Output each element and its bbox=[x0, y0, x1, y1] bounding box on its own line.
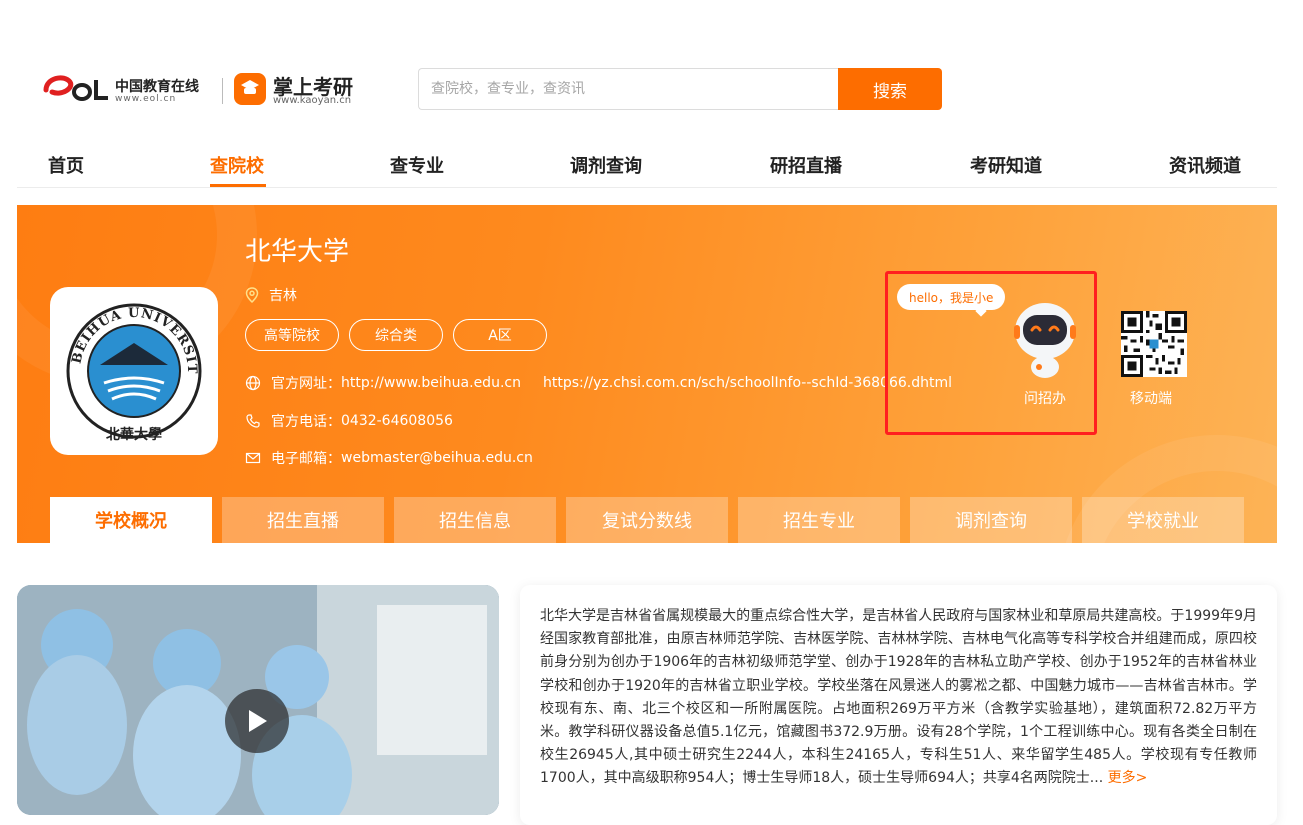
website-link[interactable]: http://www.beihua.edu.cn bbox=[341, 375, 521, 391]
search-input[interactable] bbox=[418, 68, 838, 110]
tag-region: A区 bbox=[453, 319, 547, 351]
school-tabs: 学校概况 招生直播 招生信息 复试分数线 招生专业 调剂查询 学校就业 bbox=[50, 497, 1244, 543]
nav-active-indicator bbox=[210, 184, 266, 187]
school-logo: BEIHUA UNIVERSITY 北華大學 bbox=[44, 276, 218, 455]
school-name: 北华大学 bbox=[245, 237, 350, 267]
tab-admissions-info[interactable]: 招生信息 bbox=[394, 497, 556, 543]
logo-divider bbox=[222, 78, 223, 104]
nav-item-live[interactable]: 研招直播 bbox=[770, 152, 842, 178]
school-intro-text: 北华大学是吉林省省属规模最大的重点综合性大学，是吉林省人民政府与国家林业和草原局… bbox=[540, 605, 1257, 815]
kaoyan-logo-icon[interactable] bbox=[233, 72, 267, 106]
school-intro-card: 北华大学是吉林省省属规模最大的重点综合性大学，是吉林省人民政府与国家林业和草原局… bbox=[520, 585, 1277, 825]
phone-value: 0432-64608056 bbox=[341, 413, 453, 429]
school-tags: 高等院校 综合类 A区 bbox=[245, 319, 547, 351]
tab-live[interactable]: 招生直播 bbox=[222, 497, 384, 543]
mobile-label: 移动端 bbox=[1130, 391, 1172, 407]
location-pin-icon bbox=[245, 287, 259, 303]
email-value[interactable]: webmaster@beihua.edu.cn bbox=[341, 450, 533, 466]
intro-body: 北华大学是吉林省省属规模最大的重点综合性大学，是吉林省人民政府与国家林业和草原局… bbox=[540, 608, 1257, 787]
kaoyan-logo-url: www.kaoyan.cn bbox=[273, 95, 352, 106]
search-button[interactable]: 搜索 bbox=[838, 68, 942, 110]
tab-employment[interactable]: 学校就业 bbox=[1082, 497, 1244, 543]
eol-logo-icon[interactable] bbox=[42, 70, 110, 106]
phone-icon bbox=[246, 414, 260, 428]
school-banner: BEIHUA UNIVERSITY 北華大學 北华大学 吉林 高等院校 综合类 … bbox=[17, 205, 1277, 543]
nav-item-qa[interactable]: 考研知道 bbox=[970, 152, 1042, 178]
mail-icon bbox=[245, 452, 261, 464]
nav-item-news[interactable]: 资讯频道 bbox=[1169, 152, 1241, 178]
tag-category: 综合类 bbox=[349, 319, 443, 351]
highlight-annotation-box bbox=[885, 271, 1097, 435]
main-nav: 首页 查院校 查专业 调剂查询 研招直播 考研知道 资讯频道 bbox=[17, 140, 1277, 188]
nav-item-schools[interactable]: 查院校 bbox=[210, 152, 264, 178]
tab-overview[interactable]: 学校概况 bbox=[50, 497, 212, 543]
phone-row: 官方电话： 0432-64608056 bbox=[245, 411, 453, 431]
eol-logo-text[interactable]: 中国教育在线 bbox=[115, 76, 199, 96]
website-row: 官方网址： http://www.beihua.edu.cn https://y… bbox=[245, 373, 952, 393]
more-link[interactable]: 更多> bbox=[1108, 770, 1148, 786]
nav-item-adjustment[interactable]: 调剂查询 bbox=[570, 152, 642, 178]
play-icon bbox=[249, 710, 267, 732]
tag-type: 高等院校 bbox=[245, 319, 339, 351]
tab-majors[interactable]: 招生专业 bbox=[738, 497, 900, 543]
eol-logo-url: www.eol.cn bbox=[115, 94, 177, 104]
school-video[interactable] bbox=[17, 585, 499, 815]
school-emblem-cn: 北華大學 bbox=[106, 426, 162, 443]
school-emblem-icon: BEIHUA UNIVERSITY 北華大學 bbox=[44, 276, 202, 443]
nav-item-home[interactable]: 首页 bbox=[48, 152, 84, 178]
location-label: 吉林 bbox=[269, 288, 297, 304]
school-location: 吉林 bbox=[245, 285, 297, 305]
email-label: 电子邮箱： bbox=[271, 451, 341, 467]
site-header: 中国教育在线 www.eol.cn 掌上考研 www.kaoyan.cn 搜索 bbox=[0, 0, 1303, 130]
nav-item-majors[interactable]: 查专业 bbox=[390, 152, 444, 178]
email-row: 电子邮箱： webmaster@beihua.edu.cn bbox=[245, 448, 533, 468]
globe-icon bbox=[245, 375, 261, 391]
phone-label: 官方电话： bbox=[271, 414, 341, 430]
qr-code-icon bbox=[1121, 311, 1187, 377]
tab-retest-scores[interactable]: 复试分数线 bbox=[566, 497, 728, 543]
play-button[interactable] bbox=[225, 689, 289, 753]
tab-adjustment[interactable]: 调剂查询 bbox=[910, 497, 1072, 543]
website-label: 官方网址： bbox=[271, 376, 341, 392]
